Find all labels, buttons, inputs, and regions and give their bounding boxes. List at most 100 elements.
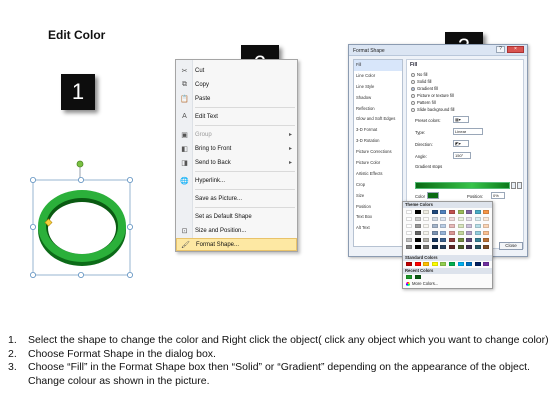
radio-gradient-fill[interactable]: Gradient fill [411, 86, 438, 91]
radio-pattern-fill[interactable]: Pattern fill [411, 100, 436, 105]
color-swatch[interactable] [474, 231, 481, 235]
color-swatch[interactable] [483, 231, 490, 235]
add-stop-button[interactable] [511, 182, 516, 189]
color-swatch[interactable] [449, 262, 455, 266]
color-swatch[interactable] [457, 231, 464, 235]
color-swatch[interactable] [457, 217, 464, 221]
category-size[interactable]: Size [354, 191, 402, 202]
color-swatch[interactable] [457, 224, 464, 228]
category-fill[interactable]: Fill [354, 60, 402, 71]
color-swatch[interactable] [431, 224, 438, 228]
color-swatch[interactable] [466, 224, 473, 228]
color-swatch[interactable] [431, 231, 438, 235]
color-swatch[interactable] [466, 231, 473, 235]
category-picture-color[interactable]: Picture Color [354, 158, 402, 169]
help-button[interactable]: ? [496, 46, 505, 53]
color-swatch[interactable] [431, 262, 438, 266]
color-swatch[interactable] [423, 224, 430, 228]
color-swatch[interactable] [483, 217, 490, 221]
color-swatch[interactable] [474, 217, 481, 221]
category-picture-corrections[interactable]: Picture Corrections [354, 147, 402, 158]
color-swatch[interactable] [423, 210, 430, 214]
menu-item-hyperlink[interactable]: 🌐 Hyperlink... [176, 174, 297, 187]
color-swatch[interactable] [431, 210, 438, 214]
color-swatch[interactable] [406, 224, 412, 228]
color-swatch[interactable] [457, 238, 464, 242]
color-swatch[interactable] [449, 245, 455, 249]
color-swatch[interactable] [474, 210, 481, 214]
color-swatch[interactable] [449, 238, 455, 242]
color-swatch[interactable] [414, 210, 421, 214]
category-crop[interactable]: Crop [354, 180, 402, 191]
color-swatch[interactable] [483, 224, 490, 228]
color-swatch[interactable] [406, 245, 412, 249]
color-swatch[interactable] [406, 238, 412, 242]
category-3d-format[interactable]: 3-D Format [354, 125, 402, 136]
color-picker-button[interactable] [427, 192, 439, 199]
color-swatch[interactable] [440, 238, 447, 242]
color-swatch[interactable] [440, 224, 447, 228]
color-swatch[interactable] [457, 210, 464, 214]
category-text-box[interactable]: Text Box [354, 212, 402, 223]
color-swatch[interactable] [483, 210, 490, 214]
resize-handle[interactable] [78, 176, 85, 183]
close-button[interactable]: Close [499, 242, 523, 250]
color-swatch[interactable] [474, 238, 481, 242]
color-swatch[interactable] [423, 245, 430, 249]
color-swatch[interactable] [483, 262, 490, 266]
resize-handle[interactable] [127, 224, 134, 231]
menu-item-size-position[interactable]: ⊡ Size and Position... [176, 224, 297, 237]
menu-item-bring-to-front[interactable]: ◧ Bring to Front ▸ [176, 142, 297, 155]
angle-input[interactable]: 150° [453, 152, 471, 159]
menu-item-format-shape[interactable]: 🖌 Format Shape... [176, 238, 297, 251]
radio-button[interactable] [411, 72, 415, 77]
color-swatch[interactable] [414, 238, 421, 242]
menu-item-copy[interactable]: ⧉ Copy [176, 78, 297, 91]
color-swatch[interactable] [414, 231, 421, 235]
color-swatch[interactable] [466, 210, 473, 214]
preset-colors-dropdown[interactable]: ▦▾ [453, 116, 469, 123]
radio-button[interactable] [411, 93, 415, 98]
color-swatch[interactable] [474, 245, 481, 249]
menu-item-send-to-back[interactable]: ◨ Send to Back ▸ [176, 156, 297, 169]
color-swatch[interactable] [466, 238, 473, 242]
menu-item-group[interactable]: ▣ Group ▸ [176, 128, 297, 141]
radio-picture-fill[interactable]: Picture or texture fill [411, 93, 454, 98]
color-swatch[interactable] [449, 210, 455, 214]
color-swatch[interactable] [423, 231, 430, 235]
color-swatch[interactable] [431, 217, 438, 221]
color-swatch[interactable] [449, 231, 455, 235]
color-swatch[interactable] [423, 262, 430, 266]
color-swatch[interactable] [483, 245, 490, 249]
menu-item-save-as-picture[interactable]: Save as Picture... [176, 192, 297, 205]
resize-handle[interactable] [30, 272, 36, 278]
menu-item-paste[interactable]: 📋 Paste [176, 92, 297, 105]
close-icon[interactable]: × [507, 46, 524, 53]
color-swatch[interactable] [457, 245, 464, 249]
color-swatch[interactable] [406, 217, 412, 221]
color-swatch[interactable] [414, 245, 421, 249]
radio-button[interactable] [411, 100, 415, 105]
more-colors-item[interactable]: More Colors... [406, 281, 438, 286]
menu-item-edit-text[interactable]: A Edit Text [176, 110, 297, 123]
radio-slide-background-fill[interactable]: Slide background fill [411, 107, 454, 112]
radio-button[interactable] [411, 107, 415, 112]
radio-no-fill[interactable]: No fill [411, 72, 427, 77]
color-swatch[interactable] [466, 217, 473, 221]
resize-handle[interactable] [127, 176, 134, 183]
color-swatch[interactable] [440, 245, 447, 249]
color-swatch[interactable] [414, 262, 421, 266]
gradient-stops-bar[interactable] [415, 182, 510, 189]
selected-ring-shape[interactable] [30, 160, 134, 278]
color-swatch[interactable] [440, 231, 447, 235]
color-swatch[interactable] [406, 275, 412, 279]
resize-handle[interactable] [78, 272, 84, 278]
color-swatch[interactable] [449, 224, 455, 228]
color-swatch[interactable] [406, 231, 412, 235]
rotate-handle[interactable] [76, 160, 84, 168]
color-swatch[interactable] [466, 262, 473, 266]
direction-dropdown[interactable]: ◩▾ [453, 140, 469, 147]
category-position[interactable]: Position [354, 202, 402, 213]
color-swatch[interactable] [457, 262, 464, 266]
category-alt-text[interactable]: Alt Text [354, 223, 402, 234]
